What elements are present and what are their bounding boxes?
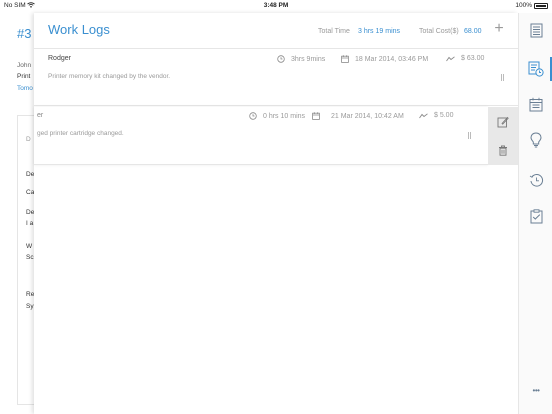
log-duration: 0 hrs 10 mins	[249, 112, 305, 120]
checklist-icon	[530, 208, 542, 223]
edit-icon	[497, 116, 509, 127]
card-row: De	[26, 171, 34, 178]
details-icon	[530, 23, 542, 37]
worklog-row[interactable]: er 0 hrs 10 mins 21 Mar 2014, 10:42 AM $…	[34, 107, 488, 165]
status-time: 3:48 PM	[263, 2, 289, 9]
background-ticket-page: #3 John Print Tomo D De Ca De I a W Sc R…	[0, 13, 34, 414]
status-bar: No SIM 3:48 PM 100%	[0, 0, 552, 13]
total-time-label: Total Time	[318, 28, 350, 35]
history-icon	[529, 173, 543, 187]
edit-button[interactable]	[488, 107, 518, 136]
sidebar-item-history[interactable]	[519, 167, 552, 193]
calendar-icon	[312, 112, 320, 120]
log-author: er	[37, 112, 44, 119]
log-cost: $ 63.00	[446, 55, 484, 62]
drag-handle-icon[interactable]	[501, 74, 504, 81]
battery-percent: 100%	[515, 2, 532, 9]
sidebar-item-details[interactable]	[519, 17, 552, 43]
add-worklog-button[interactable]: +	[491, 21, 507, 37]
log-author: Rodger	[48, 55, 71, 62]
ticket-id: #3	[17, 26, 32, 41]
card-row: De	[26, 209, 34, 216]
log-cost: $ 5.00	[419, 112, 453, 119]
log-duration: 3hrs 9mins	[277, 55, 325, 63]
sidebar-item-worklogs[interactable]	[519, 56, 552, 82]
log-date-text: 18 Mar 2014, 03:46 PM	[355, 55, 429, 63]
right-sidebar: •••	[518, 13, 552, 414]
clock-icon	[249, 112, 257, 120]
sidebar-item-solutions[interactable]	[519, 127, 552, 153]
total-cost-label: Total Cost($)	[419, 28, 459, 35]
drag-handle-icon[interactable]	[468, 132, 471, 139]
sidebar-item-calendar[interactable]	[519, 91, 552, 117]
log-duration-text: 3hrs 9mins	[291, 55, 326, 63]
ticket-subject: Print	[17, 73, 31, 80]
money-icon	[419, 112, 428, 118]
ticket-link[interactable]: Tomo	[17, 85, 33, 92]
total-cost-value: 68.00	[464, 28, 482, 35]
work-logs-panel: Work Logs Total Time 3 hrs 19 mins Total…	[34, 13, 518, 414]
clock-icon	[277, 55, 285, 63]
card-row: Re	[26, 291, 34, 298]
panel-header: Work Logs Total Time 3 hrs 19 mins Total…	[34, 13, 518, 49]
battery-indicator: 100%	[515, 2, 548, 9]
calendar-icon	[529, 97, 543, 111]
delete-button[interactable]	[488, 136, 518, 165]
log-description: ged printer cartridge changed.	[37, 130, 124, 137]
log-date: 21 Mar 2014, 10:42 AM	[312, 112, 404, 120]
requester-name: John	[17, 62, 32, 69]
log-date: 18 Mar 2014, 03:46 PM	[341, 55, 428, 63]
calendar-icon	[341, 55, 349, 63]
card-row: I a	[26, 220, 34, 227]
card-row: D	[26, 136, 31, 143]
money-icon	[446, 55, 455, 61]
trash-icon	[499, 145, 507, 156]
sidebar-item-checklist[interactable]	[519, 203, 552, 229]
card-row: Ca	[26, 189, 34, 196]
battery-icon	[534, 2, 548, 9]
card-row: Sy	[26, 303, 34, 310]
ticket-details-card: D De Ca De I a W Sc Re Sy	[17, 115, 34, 405]
card-row: Sc	[26, 254, 34, 261]
row-actions	[488, 107, 518, 165]
worklog-row[interactable]: Rodger 3hrs 9mins 18 Mar 2014, 03:46 PM …	[34, 50, 518, 106]
log-cost-text: $ 63.00	[461, 55, 485, 62]
total-time-value: 3 hrs 19 mins	[358, 28, 401, 35]
page-title: Work Logs	[48, 22, 110, 37]
log-cost-text: $ 5.00	[434, 112, 454, 119]
card-row: W	[26, 243, 33, 250]
log-description: Printer memory kit changed by the vendor…	[48, 73, 171, 80]
log-duration-text: 0 hrs 10 mins	[263, 112, 306, 120]
more-button[interactable]: •••	[519, 377, 552, 403]
log-date-text: 21 Mar 2014, 10:42 AM	[331, 112, 404, 120]
worklog-icon	[528, 61, 544, 77]
lightbulb-icon	[530, 132, 542, 148]
